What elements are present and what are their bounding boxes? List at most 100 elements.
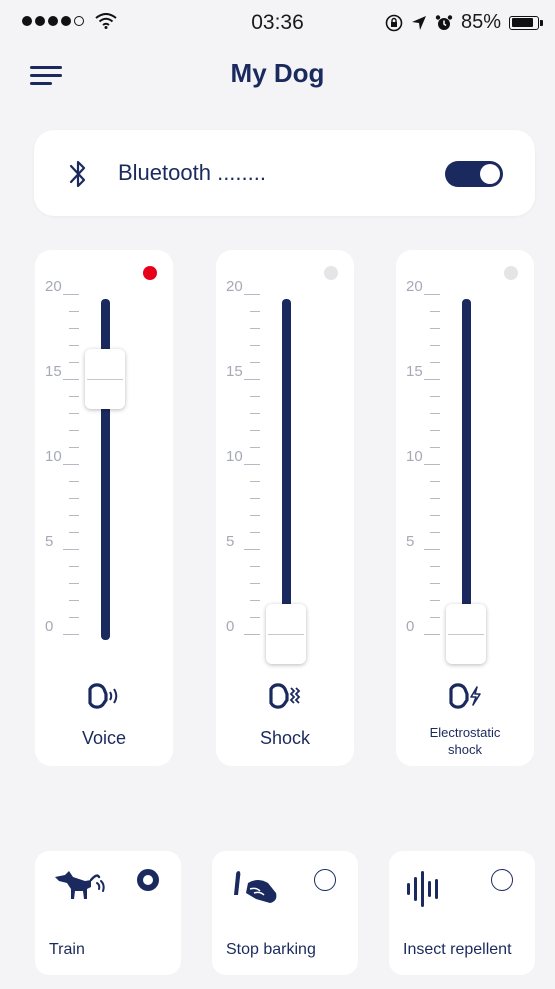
- scale-tick: [69, 583, 79, 584]
- location-arrow-icon: [411, 15, 426, 30]
- scale-tick: [63, 379, 79, 380]
- alarm-icon: [435, 14, 453, 30]
- scale-tick: [424, 464, 440, 465]
- bluetooth-icon: [69, 160, 86, 188]
- scale-tick: [430, 583, 440, 584]
- battery-icon: [509, 15, 543, 30]
- shock-slider-thumb[interactable]: [266, 604, 306, 664]
- train-radio[interactable]: [137, 869, 159, 891]
- electrostatic-slider-card: 20 15 10 5 0 Electrostatic shock: [396, 250, 534, 766]
- scale-tick: [69, 328, 79, 329]
- scale-tick: [69, 600, 79, 601]
- scale-tick: [424, 549, 440, 550]
- scale-tick: [430, 396, 440, 397]
- scale-label: 20: [406, 278, 423, 295]
- scale-tick: [250, 413, 260, 414]
- scale-tick: [250, 515, 260, 516]
- scale-label: 10: [226, 448, 243, 465]
- scale-tick: [250, 311, 260, 312]
- scale-tick: [69, 362, 79, 363]
- scale-tick: [250, 617, 260, 618]
- scale-tick: [250, 498, 260, 499]
- stop-barking-radio[interactable]: [314, 869, 336, 891]
- scale-tick: [250, 362, 260, 363]
- scale-tick: [69, 532, 79, 533]
- scale-label: 10: [406, 448, 423, 465]
- scale-tick: [69, 311, 79, 312]
- mode-card-train[interactable]: Train: [35, 851, 181, 975]
- voice-scale: 20 15 10 5 0: [45, 278, 105, 646]
- scale-tick: [69, 413, 79, 414]
- toggle-knob: [480, 164, 500, 184]
- scale-tick: [63, 464, 79, 465]
- bluetooth-card: Bluetooth ........: [34, 130, 535, 216]
- scale-label: 20: [45, 278, 62, 295]
- sound-wave-icon: [407, 871, 438, 907]
- scale-tick: [430, 532, 440, 533]
- shock-scale: 20 15 10 5 0: [226, 278, 286, 646]
- mode-card-insect-repellent[interactable]: Insect repellent: [389, 851, 535, 975]
- scale-label: 5: [45, 533, 54, 550]
- voice-active-indicator: [143, 266, 157, 280]
- voice-icon: [88, 683, 118, 709]
- orientation-lock-icon: [385, 14, 403, 31]
- scale-tick: [430, 430, 440, 431]
- shock-active-indicator: [324, 266, 338, 280]
- scale-tick: [69, 515, 79, 516]
- status-bar: 03:36 85%: [0, 0, 555, 46]
- scale-tick: [430, 345, 440, 346]
- insect-repellent-radio[interactable]: [491, 869, 513, 891]
- electrostatic-icon: [449, 683, 481, 709]
- scale-tick: [250, 447, 260, 448]
- scale-tick: [250, 396, 260, 397]
- scale-tick: [63, 549, 79, 550]
- scale-tick: [69, 566, 79, 567]
- electrostatic-slider-thumb[interactable]: [446, 604, 486, 664]
- scale-tick: [430, 566, 440, 567]
- scale-tick: [244, 294, 260, 295]
- hand-icon: [234, 871, 277, 903]
- scale-tick: [69, 396, 79, 397]
- scale-label: 0: [406, 618, 415, 635]
- scale-tick: [244, 549, 260, 550]
- scale-tick: [430, 311, 440, 312]
- scale-label: 15: [226, 363, 243, 380]
- electrostatic-slider-track[interactable]: [462, 299, 471, 640]
- voice-label: Voice: [81, 728, 127, 748]
- vibration-icon: [269, 683, 301, 709]
- bluetooth-status-label: Bluetooth ........: [118, 160, 266, 185]
- scale-label: 0: [226, 618, 235, 635]
- electrostatic-label-line1: Electrostatic: [429, 725, 501, 740]
- scale-tick: [430, 328, 440, 329]
- scale-label: 5: [406, 533, 415, 550]
- bluetooth-toggle[interactable]: [445, 161, 503, 187]
- shock-label: Shock: [259, 728, 311, 748]
- scale-tick: [430, 481, 440, 482]
- scale-label: 15: [406, 363, 423, 380]
- scale-label: 20: [226, 278, 243, 295]
- electrostatic-label-line2: shock: [448, 742, 482, 757]
- scale-tick: [430, 498, 440, 499]
- voice-slider-card: 20 15 10 5 0 Voice: [35, 250, 173, 766]
- scale-label: 0: [45, 618, 54, 635]
- scale-tick: [244, 464, 260, 465]
- scale-tick: [424, 294, 440, 295]
- scale-tick: [244, 379, 260, 380]
- scale-tick: [250, 481, 260, 482]
- scale-tick: [430, 447, 440, 448]
- shock-slider-card: 20 15 10 5 0 Shock: [216, 250, 354, 766]
- page-title: My Dog: [230, 58, 325, 88]
- scale-tick: [69, 617, 79, 618]
- voice-slider-thumb[interactable]: [85, 349, 125, 409]
- scale-tick: [250, 328, 260, 329]
- scale-tick: [63, 294, 79, 295]
- train-label: Train: [49, 941, 85, 958]
- scale-tick: [430, 413, 440, 414]
- mode-card-stop-barking[interactable]: Stop barking: [212, 851, 358, 975]
- scale-tick: [250, 430, 260, 431]
- scale-tick: [69, 481, 79, 482]
- scale-tick: [430, 600, 440, 601]
- electrostatic-active-indicator: [504, 266, 518, 280]
- shock-slider-track[interactable]: [282, 299, 291, 640]
- scale-tick: [430, 617, 440, 618]
